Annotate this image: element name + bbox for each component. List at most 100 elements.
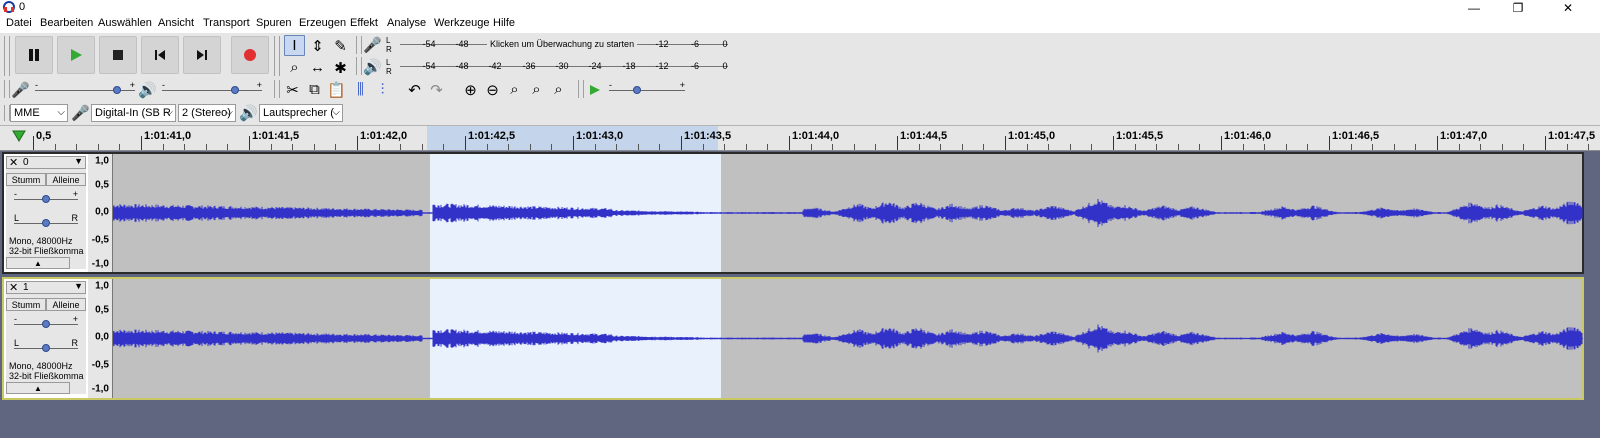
play-icon xyxy=(71,49,82,61)
zoom-in-icon[interactable]: ⊕ xyxy=(460,79,481,100)
fit-project-icon[interactable]: ⌕ xyxy=(526,79,547,100)
collapse-track-button[interactable]: ▲ xyxy=(6,257,70,269)
empty-track-area[interactable] xyxy=(0,402,1600,438)
recording-channels-select[interactable]: 2 (Stereo) ⌵ xyxy=(178,104,236,122)
track-name-menu[interactable]: ✕ 1 ▼ xyxy=(6,281,86,294)
speaker-icon: 🔊 xyxy=(239,104,258,122)
vertical-scale[interactable]: 1,0 0,5 0,0 -0,5 -1,0 xyxy=(88,154,113,272)
toolbar-grip[interactable] xyxy=(274,80,280,98)
track-name-menu[interactable]: ✕ 0 ▼ xyxy=(6,156,86,169)
play-at-speed-icon[interactable] xyxy=(584,79,605,100)
playback-speed-slider[interactable]: - + xyxy=(609,80,685,97)
record-button[interactable] xyxy=(231,36,269,74)
play-button[interactable] xyxy=(57,36,95,74)
stop-button[interactable] xyxy=(99,36,137,74)
menu-transport[interactable]: Transport xyxy=(203,17,250,29)
close-track-icon[interactable]: ✕ xyxy=(9,156,18,169)
ruler-label: 0,5 xyxy=(36,130,52,142)
pan-slider[interactable]: L R xyxy=(14,338,78,355)
playback-device-select[interactable]: Lautsprecher (⌵ xyxy=(259,104,343,122)
redo-icon[interactable]: ↷ xyxy=(426,79,447,100)
ruler-major-tick xyxy=(573,136,574,150)
ruler-minor-tick xyxy=(1372,144,1374,150)
menu-datei[interactable]: Datei xyxy=(6,17,32,29)
mute-button[interactable]: Stumm xyxy=(6,173,46,186)
audio-track[interactable]: ✕ 1 ▼ Stumm Alleine - + L R Mono, 48000H… xyxy=(2,277,1584,400)
play-head-icon[interactable] xyxy=(12,130,26,142)
pan-slider[interactable]: L R xyxy=(14,213,78,230)
multi-tool-icon[interactable]: ✱ xyxy=(330,57,351,78)
record-volume-knob[interactable] xyxy=(113,86,122,94)
minimize-button[interactable]: — xyxy=(1452,0,1496,15)
envelope-tool-icon[interactable]: ⇕ xyxy=(307,35,328,56)
microphone-icon[interactable]: 🎤 xyxy=(362,34,383,55)
zoom-tool-icon[interactable]: ⌕ xyxy=(284,57,305,78)
playback-meter-tick: -30 xyxy=(555,61,569,71)
dropdown-arrow-icon: ▼ xyxy=(74,156,83,166)
trim-icon[interactable]: ⫼ xyxy=(350,79,371,100)
audio-track[interactable]: ✕ 0 ▼ Stumm Alleine - + L R Mono, 48000H… xyxy=(2,152,1584,274)
gain-slider[interactable]: - + xyxy=(14,189,78,206)
undo-icon[interactable]: ↶ xyxy=(404,79,425,100)
recording-device-select[interactable]: Digital-In (SB R ⌵ xyxy=(91,104,176,122)
copy-icon[interactable]: ⧉ xyxy=(304,79,325,100)
silence-icon[interactable]: ⫶ xyxy=(372,79,393,100)
gain-knob[interactable] xyxy=(42,195,50,203)
waveform xyxy=(113,199,1583,227)
pan-knob[interactable] xyxy=(42,219,50,227)
record-meter-tick: -6 xyxy=(690,39,700,49)
skip-to-end-button[interactable] xyxy=(183,36,221,74)
solo-button[interactable]: Alleine xyxy=(46,173,86,186)
collapse-track-button[interactable]: ▲ xyxy=(6,382,70,394)
playback-speed-knob[interactable] xyxy=(632,86,641,94)
close-track-icon[interactable]: ✕ xyxy=(9,281,18,294)
chevron-down-icon: ⌵ xyxy=(332,107,340,118)
ruler-major-tick xyxy=(1221,136,1222,150)
menu-spuren[interactable]: Spuren xyxy=(256,17,291,29)
menu-auswaehlen[interactable]: Auswählen xyxy=(98,17,152,29)
cut-icon[interactable]: ✂ xyxy=(282,79,303,100)
pan-knob[interactable] xyxy=(42,344,50,352)
playback-volume-slider[interactable]: - + xyxy=(162,80,262,97)
record-meter[interactable]: LR -54 -48 Klicken um Überwachung zu sta… xyxy=(386,34,732,56)
menu-bearbeiten[interactable]: Bearbeiten xyxy=(40,17,93,29)
skip-to-start-button[interactable] xyxy=(141,36,179,74)
menu-erzeugen[interactable]: Erzeugen xyxy=(299,17,346,29)
gain-slider[interactable]: - + xyxy=(14,314,78,331)
timeline-ruler[interactable]: 0,5 1:01:41,0 1:01:41,5 1:01:42,0 1:01:42,5 1… xyxy=(0,126,1600,151)
playback-meter-tick: -24 xyxy=(588,61,602,71)
menu-ansicht[interactable]: Ansicht xyxy=(158,17,194,29)
draw-tool-icon[interactable]: ✎ xyxy=(330,35,351,56)
toolbar-grip[interactable] xyxy=(274,36,280,76)
solo-button[interactable]: Alleine xyxy=(46,298,86,311)
menu-analyse[interactable]: Analyse xyxy=(387,17,426,29)
gain-knob[interactable] xyxy=(42,320,50,328)
audio-host-select[interactable]: MME ⌵ xyxy=(10,104,68,122)
ruler-minor-tick xyxy=(1566,144,1568,150)
playback-meter[interactable]: LR -54 -48 -42 -36 -30 -24 -18 -12 -6 0 xyxy=(386,56,732,78)
zoom-out-icon[interactable]: ⊖ xyxy=(482,79,503,100)
timeshift-tool-icon[interactable]: ↔ xyxy=(307,57,328,78)
ruler-minor-tick xyxy=(1415,144,1417,150)
menu-hilfe[interactable]: Hilfe xyxy=(493,17,515,29)
vertical-scale[interactable]: 1,0 0,5 0,0 -0,5 -1,0 xyxy=(88,279,113,398)
menu-werkzeuge[interactable]: Werkzeuge xyxy=(434,17,489,29)
playback-volume-knob[interactable] xyxy=(231,86,239,94)
paste-icon[interactable]: 📋 xyxy=(326,79,347,100)
mute-button[interactable]: Stumm xyxy=(6,298,46,311)
waveform-area[interactable] xyxy=(113,154,1583,272)
fit-selection-icon[interactable]: ⌕ xyxy=(504,79,525,100)
zoom-toggle-icon[interactable]: ⌕ xyxy=(548,79,569,100)
pause-button[interactable] xyxy=(15,36,53,74)
toolbar-grip[interactable] xyxy=(4,36,10,76)
ruler-major-tick xyxy=(681,136,682,150)
menu-effekt[interactable]: Effekt xyxy=(350,17,378,29)
record-volume-slider[interactable]: - + xyxy=(35,80,135,97)
close-button[interactable]: ✕ xyxy=(1546,0,1590,15)
maximize-button[interactable]: ❐ xyxy=(1496,0,1540,15)
speaker-icon[interactable]: 🔊 xyxy=(362,56,383,77)
playback-meter-tick: -18 xyxy=(622,61,636,71)
playback-meter-tick: 0 xyxy=(722,61,728,71)
selection-tool-icon[interactable]: I xyxy=(284,35,305,56)
waveform-area[interactable] xyxy=(113,279,1583,398)
